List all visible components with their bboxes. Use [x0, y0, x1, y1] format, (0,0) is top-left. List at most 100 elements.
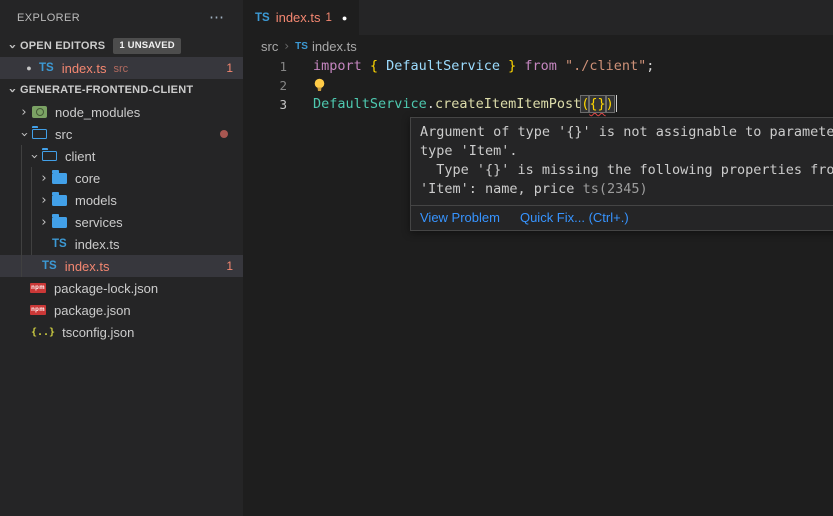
- open-editor-file-name: index.ts: [62, 61, 107, 76]
- chevron-down-icon[interactable]: ›: [17, 126, 32, 142]
- tree-item-package-lock-json[interactable]: npm package-lock.json: [0, 277, 243, 299]
- tree-item-core[interactable]: › core: [0, 167, 243, 189]
- error-message-line: Type '{}' is missing the following prope…: [420, 161, 833, 180]
- json-braces-icon: {..}: [31, 327, 55, 338]
- view-problem-link[interactable]: View Problem: [420, 210, 500, 225]
- tree-item-label: core: [75, 171, 100, 186]
- npm-icon: npm: [30, 305, 46, 315]
- semicolon: ;: [646, 58, 654, 74]
- tab-index-ts[interactable]: TS index.ts 1 ●: [243, 0, 359, 35]
- tree-item-label: package.json: [54, 303, 131, 318]
- open-editor-item-index-ts[interactable]: ● TS index.ts src 1: [0, 57, 243, 79]
- tree-item-label: services: [75, 215, 123, 230]
- typescript-file-icon: TS: [39, 62, 54, 74]
- line-number: 3: [243, 95, 287, 114]
- modified-dot-icon[interactable]: ●: [24, 63, 34, 73]
- indent-guide: [21, 145, 22, 277]
- tree-item-label: tsconfig.json: [62, 325, 134, 340]
- explorer-title: EXPLORER: [17, 12, 80, 24]
- open-folder-icon: [42, 151, 57, 161]
- tree-item-client[interactable]: › client: [0, 145, 243, 167]
- tree-item-node-modules[interactable]: › node_modules: [0, 101, 243, 123]
- breadcrumb-folder[interactable]: src: [261, 39, 278, 54]
- code-line-3[interactable]: 3 DefaultService.createItemItemPost({}): [243, 95, 833, 114]
- quick-fix-link[interactable]: Quick Fix... (Ctrl+.): [520, 210, 629, 225]
- breadcrumb: src › TS index.ts: [243, 35, 833, 57]
- chevron-down-icon[interactable]: ›: [5, 38, 20, 54]
- tree-item-label: node_modules: [55, 105, 140, 120]
- tree-item-label: package-lock.json: [54, 281, 158, 296]
- chevron-right-icon[interactable]: ›: [36, 171, 52, 186]
- explorer-title-bar: EXPLORER ⋯: [0, 0, 243, 35]
- vscode-window: EXPLORER ⋯ › OPEN EDITORS 1 UNSAVED ● TS…: [0, 0, 833, 516]
- tab-bar: TS index.ts 1 ●: [243, 0, 833, 35]
- typescript-file-icon: TS: [295, 41, 308, 52]
- code-line-1[interactable]: 1 import{DefaultService}from"./client";: [243, 57, 833, 76]
- folder-icon: [52, 195, 67, 206]
- class-name: DefaultService: [313, 96, 427, 112]
- tab-error-count: 1: [326, 12, 332, 24]
- open-editors-label: OPEN EDITORS: [20, 40, 105, 52]
- error-code: ts(2345): [583, 181, 648, 197]
- line-number: 2: [243, 76, 287, 95]
- keyword-from: from: [524, 58, 557, 74]
- unsaved-count-badge: 1 UNSAVED: [113, 38, 180, 54]
- breadcrumb-separator-icon: ›: [284, 39, 289, 53]
- explorer-sidebar: EXPLORER ⋯ › OPEN EDITORS 1 UNSAVED ● TS…: [0, 0, 243, 516]
- import-identifier: DefaultService: [386, 58, 500, 74]
- empty-object-arg: {}: [589, 96, 605, 112]
- typescript-file-icon: TS: [42, 260, 57, 272]
- chevron-right-icon[interactable]: ›: [16, 105, 32, 120]
- error-count-badge: 1: [226, 259, 233, 273]
- dot-accessor: .: [427, 96, 435, 112]
- close-paren: ): [606, 96, 614, 112]
- tree-item-label: index.ts: [65, 259, 110, 274]
- folder-icon: [52, 217, 67, 228]
- unsaved-dot-icon[interactable]: ●: [342, 13, 347, 23]
- tree-item-src[interactable]: › src: [0, 123, 243, 145]
- tree-item-models[interactable]: › models: [0, 189, 243, 211]
- typescript-file-icon: TS: [52, 238, 67, 250]
- npm-icon: npm: [30, 283, 46, 293]
- tree-item-label: src: [55, 127, 72, 142]
- code-line-2[interactable]: 2: [243, 76, 833, 95]
- method-name: createItemItemPost: [435, 96, 581, 112]
- open-editors-header[interactable]: › OPEN EDITORS 1 UNSAVED: [0, 35, 243, 57]
- text-cursor: [616, 95, 618, 112]
- folder-error-dot: [220, 130, 228, 138]
- tree-item-package-json[interactable]: npm package.json: [0, 299, 243, 321]
- breadcrumb-file[interactable]: index.ts: [312, 39, 357, 54]
- error-count-badge: 1: [226, 61, 233, 75]
- tree-item-services[interactable]: › services: [0, 211, 243, 233]
- chevron-right-icon[interactable]: ›: [36, 215, 52, 230]
- open-folder-icon: [32, 129, 47, 139]
- chevron-down-icon[interactable]: ›: [27, 148, 42, 164]
- module-string: "./client": [565, 58, 646, 74]
- error-hover-tooltip: Argument of type '{}' is not assignable …: [410, 117, 833, 231]
- close-brace: }: [508, 58, 516, 74]
- more-actions-icon[interactable]: ⋯: [209, 13, 225, 23]
- chevron-right-icon[interactable]: ›: [36, 193, 52, 208]
- keyword-import: import: [313, 58, 362, 74]
- folder-icon: [52, 173, 67, 184]
- chevron-down-icon[interactable]: ›: [5, 82, 20, 98]
- open-editor-file-path: src: [114, 62, 129, 75]
- typescript-file-icon: TS: [255, 12, 270, 24]
- error-message-line: type 'Item'.: [420, 142, 833, 161]
- error-message-line: 'Item': name, price ts(2345): [420, 180, 833, 199]
- workspace-name: GENERATE-FRONTEND-CLIENT: [20, 84, 193, 96]
- line-number: 1: [243, 57, 287, 76]
- tree-item-client-index-ts[interactable]: TS index.ts: [0, 233, 243, 255]
- error-message-text: 'Item': name, price: [420, 181, 574, 197]
- tree-item-label: client: [65, 149, 95, 164]
- tree-item-label: models: [75, 193, 117, 208]
- node-modules-folder-icon: [32, 106, 47, 118]
- code-editor[interactable]: 1 import{DefaultService}from"./client"; …: [243, 57, 833, 114]
- error-message: Argument of type '{}' is not assignable …: [411, 118, 833, 205]
- tree-item-label: index.ts: [75, 237, 120, 252]
- workspace-section-header[interactable]: › GENERATE-FRONTEND-CLIENT: [0, 79, 243, 101]
- tree-item-tsconfig-json[interactable]: {..} tsconfig.json: [0, 321, 243, 343]
- editor-group: TS index.ts 1 ● src › TS index.ts 1 impo…: [243, 0, 833, 516]
- tree-item-src-index-ts[interactable]: TS index.ts 1: [0, 255, 243, 277]
- lightbulb-icon[interactable]: [313, 78, 326, 92]
